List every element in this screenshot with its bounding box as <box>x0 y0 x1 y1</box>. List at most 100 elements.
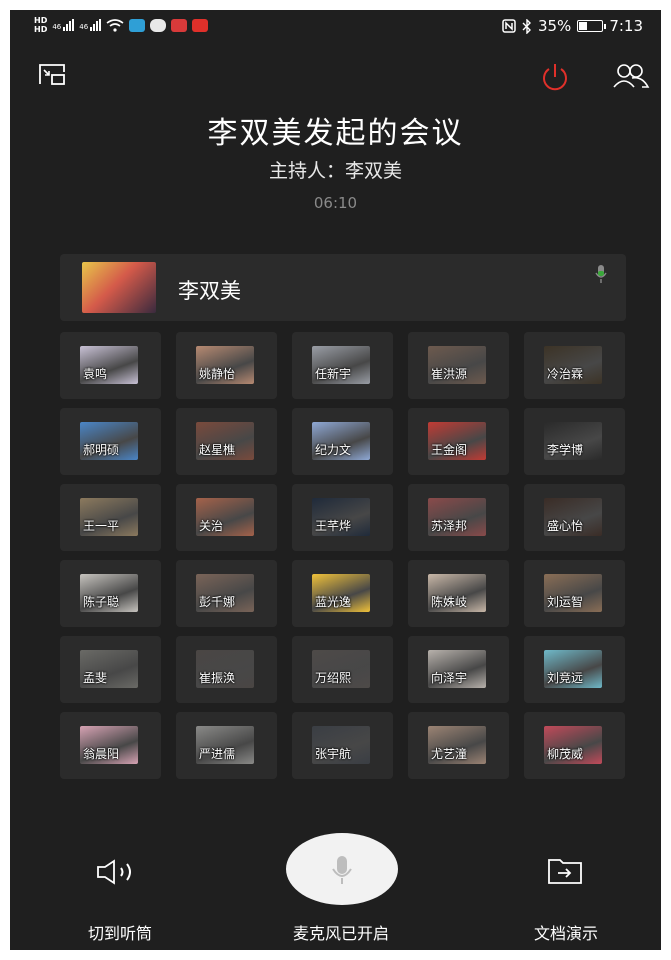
participant-tile[interactable]: 李学博 <box>524 408 625 475</box>
participant-avatar: 刘竞远 <box>544 650 602 688</box>
participant-name: 蓝光逸 <box>315 595 352 609</box>
status-bar: HD HD 46 46 35% 7:13 <box>10 10 661 44</box>
participant-tile[interactable]: 姚静怡 <box>176 332 277 399</box>
participant-name: 向泽宇 <box>431 671 468 685</box>
participant-avatar: 万绍熙 <box>312 650 370 688</box>
participant-tile[interactable]: 王一平 <box>60 484 161 551</box>
participant-avatar: 彭千娜 <box>196 574 254 612</box>
host-name: 李双美 <box>178 279 241 303</box>
participant-name: 刘运智 <box>547 595 584 609</box>
participant-avatar: 纪力文 <box>312 422 370 460</box>
minimize-window-icon[interactable] <box>38 62 68 88</box>
participant-name: 孟斐 <box>83 671 108 685</box>
participant-name: 严进儒 <box>199 747 236 761</box>
participant-name: 尤艺潼 <box>431 747 468 761</box>
participant-tile[interactable]: 向泽宇 <box>408 636 509 703</box>
participant-tile[interactable]: 袁鸣 <box>60 332 161 399</box>
participant-tile[interactable]: 王金阁 <box>408 408 509 475</box>
participant-tile[interactable]: 王芊烨 <box>292 484 393 551</box>
participant-avatar: 苏泽邦 <box>428 498 486 536</box>
participant-tile[interactable]: 陈姝岐 <box>408 560 509 627</box>
participant-avatar: 王金阁 <box>428 422 486 460</box>
participant-tile[interactable]: 蓝光逸 <box>292 560 393 627</box>
participant-name: 李学博 <box>547 443 584 457</box>
participant-avatar: 冷治霖 <box>544 346 602 384</box>
host-line: 主持人：李双美 <box>268 160 402 182</box>
mic-toggle-button[interactable] <box>286 833 398 905</box>
participant-tile[interactable]: 崔振涣 <box>176 636 277 703</box>
meeting-title: 李双美发起的会议 <box>207 116 464 151</box>
participant-avatar: 孟斐 <box>80 650 138 688</box>
participant-avatar: 严进儒 <box>196 726 254 764</box>
participant-name: 陈姝岐 <box>431 595 468 609</box>
bluetooth-icon <box>522 18 531 34</box>
signal-icon: 46 <box>52 19 75 31</box>
share-document-button[interactable]: 文档演示 <box>506 920 626 944</box>
signal-icon-2: 46 <box>79 19 102 31</box>
participant-tile[interactable]: 陈子聪 <box>60 560 161 627</box>
participant-tile[interactable]: 苏泽邦 <box>408 484 509 551</box>
participant-tile[interactable]: 张宇航 <box>292 712 393 779</box>
speaker-icon[interactable] <box>96 858 144 886</box>
power-icon[interactable] <box>540 62 570 92</box>
participant-name: 刘竞远 <box>547 671 584 685</box>
participant-avatar: 袁鸣 <box>80 346 138 384</box>
wechat-icon <box>150 18 167 32</box>
clock: 7:13 <box>609 17 643 35</box>
participant-avatar: 关治 <box>196 498 254 536</box>
participant-tile[interactable]: 崔洪源 <box>408 332 509 399</box>
app-notification-icon-2 <box>171 18 188 32</box>
participant-avatar: 刘运智 <box>544 574 602 612</box>
participant-name: 翁晨阳 <box>83 747 120 761</box>
participant-avatar: 崔洪源 <box>428 346 486 384</box>
app-notification-icon <box>129 18 146 32</box>
microphone-icon <box>332 856 352 884</box>
participant-tile[interactable]: 盛心怡 <box>524 484 625 551</box>
participant-name: 柳茂威 <box>547 747 584 761</box>
participant-tile[interactable]: 郝明硕 <box>60 408 161 475</box>
members-icon[interactable] <box>612 62 650 90</box>
participant-tile[interactable]: 赵星樵 <box>176 408 277 475</box>
participant-name: 关治 <box>199 519 224 533</box>
participant-avatar: 蓝光逸 <box>312 574 370 612</box>
participant-tile[interactable]: 孟斐 <box>60 636 161 703</box>
folder-share-icon[interactable] <box>546 856 584 886</box>
mic-status-label: 麦克风已开启 <box>292 924 389 943</box>
participant-avatar: 王一平 <box>80 498 138 536</box>
participant-tile[interactable]: 严进儒 <box>176 712 277 779</box>
participant-tile[interactable]: 万绍熙 <box>292 636 393 703</box>
earpiece-button[interactable]: 切到听筒 <box>60 920 180 944</box>
participant-tile[interactable]: 翁晨阳 <box>60 712 161 779</box>
participant-avatar: 盛心怡 <box>544 498 602 536</box>
participant-name: 王芊烨 <box>315 519 352 533</box>
participant-name: 盛心怡 <box>547 519 584 533</box>
participant-name: 纪力文 <box>315 443 352 457</box>
participant-tile[interactable]: 冷治霖 <box>524 332 625 399</box>
hd-icon: HD HD <box>34 16 48 34</box>
host-mic-icon <box>595 265 607 283</box>
participant-tile[interactable]: 纪力文 <box>292 408 393 475</box>
host-card[interactable]: 李双美 <box>60 254 626 321</box>
participant-name: 赵星樵 <box>199 443 236 457</box>
participant-tile[interactable]: 彭千娜 <box>176 560 277 627</box>
participant-tile[interactable]: 刘运智 <box>524 560 625 627</box>
participant-tile[interactable]: 柳茂威 <box>524 712 625 779</box>
participant-avatar: 向泽宇 <box>428 650 486 688</box>
participant-tile[interactable]: 刘竞远 <box>524 636 625 703</box>
participant-tile[interactable]: 尤艺潼 <box>408 712 509 779</box>
participant-tile[interactable]: 任新宇 <box>292 332 393 399</box>
participant-avatar: 姚静怡 <box>196 346 254 384</box>
participant-avatar: 郝明硕 <box>80 422 138 460</box>
participant-tile[interactable]: 关治 <box>176 484 277 551</box>
participant-avatar: 张宇航 <box>312 726 370 764</box>
participant-name: 姚静怡 <box>199 367 236 381</box>
participant-avatar: 崔振涣 <box>196 650 254 688</box>
host-avatar <box>82 262 156 313</box>
wifi-icon <box>106 18 124 32</box>
participant-name: 王金阁 <box>431 443 468 457</box>
participant-name: 任新宇 <box>315 367 352 381</box>
participant-name: 陈子聪 <box>83 595 120 609</box>
participant-avatar: 柳茂威 <box>544 726 602 764</box>
participant-name: 袁鸣 <box>83 367 108 381</box>
participant-avatar: 陈姝岐 <box>428 574 486 612</box>
